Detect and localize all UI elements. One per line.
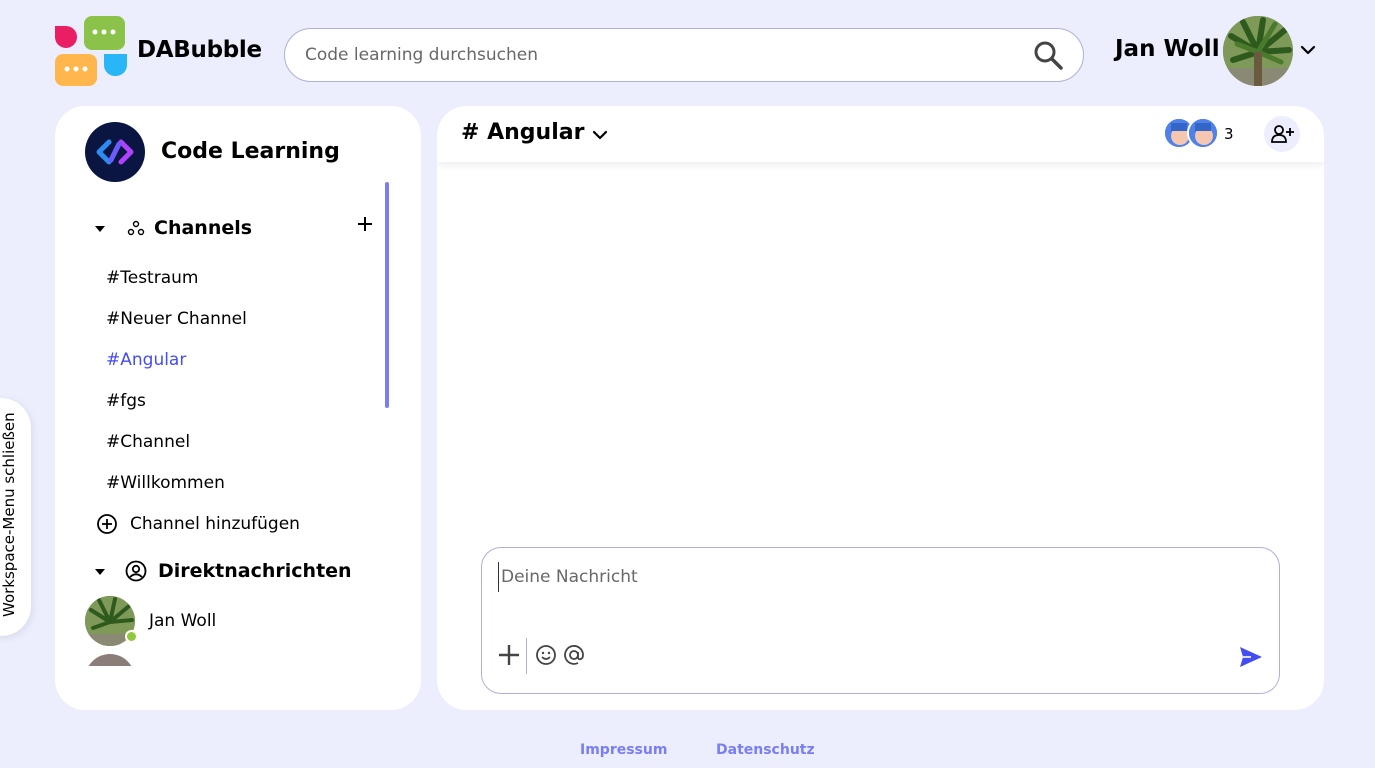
message-composer	[481, 547, 1280, 694]
direct-messages-header-label: Direktnachrichten	[158, 560, 352, 582]
scrollbar[interactable]	[385, 182, 389, 408]
add-member-icon	[1271, 125, 1294, 143]
send-icon[interactable]	[1239, 646, 1263, 668]
channel-item-neuer-channel[interactable]: #Neuer Channel	[106, 309, 247, 329]
workspace-menu-toggle-label[interactable]: Workspace-Menu schließen	[0, 397, 20, 617]
channel-title[interactable]: # Angular	[461, 120, 584, 145]
avatar	[85, 596, 138, 646]
dm-item-jan-woll[interactable]: Jan Woll	[85, 596, 216, 646]
at-icon[interactable]	[563, 644, 585, 666]
chat-header: # Angular 3	[437, 106, 1324, 162]
chat-panel: # Angular 3	[437, 106, 1324, 710]
avatar	[1187, 117, 1219, 149]
workspace-title: Code Learning	[161, 139, 340, 164]
dabubble-logo	[55, 16, 127, 86]
channels-header-label: Channels	[154, 217, 253, 239]
impressum-link[interactable]: Impressum	[580, 742, 667, 758]
channel-members[interactable]: 3	[1163, 117, 1235, 151]
add-circle-icon	[97, 514, 117, 534]
channel-item-testraum[interactable]: #Testraum	[106, 268, 198, 288]
datenschutz-link[interactable]: Datenschutz	[716, 742, 815, 758]
add-channel-label: Channel hinzufügen	[130, 514, 300, 534]
user-avatar[interactable]	[1223, 16, 1293, 86]
search-input[interactable]	[305, 29, 1025, 81]
account-circle-icon	[125, 560, 147, 582]
plus-icon[interactable]	[498, 644, 520, 666]
member-count: 3	[1224, 125, 1234, 143]
add-member-button[interactable]	[1264, 116, 1300, 152]
search-bar[interactable]	[284, 28, 1084, 82]
workspace-logo	[85, 122, 145, 182]
app-brand: DABubble	[137, 37, 262, 63]
chevron-down-icon[interactable]	[1298, 40, 1318, 60]
channel-item-channel[interactable]: #Channel	[106, 432, 190, 452]
channel-item-angular[interactable]: #Angular	[106, 350, 186, 370]
composer-divider	[526, 638, 527, 674]
direct-messages-header[interactable]: Direktnachrichten	[93, 559, 352, 583]
search-icon[interactable]	[1033, 40, 1063, 70]
channel-item-fgs[interactable]: #fgs	[106, 391, 146, 411]
channel-item-willkommen[interactable]: #Willkommen	[106, 473, 225, 493]
emoji-icon[interactable]	[535, 644, 557, 666]
plus-icon[interactable]	[357, 216, 373, 232]
avatar[interactable]	[85, 654, 135, 666]
workspace-menu: Code Learning Channels #Testraum #Neuer …	[55, 106, 421, 710]
online-status-indicator	[125, 630, 138, 643]
caret-down-icon[interactable]	[93, 564, 107, 578]
channels-icon	[127, 220, 145, 236]
user-name[interactable]: Jan Woll	[1115, 36, 1220, 62]
channels-header[interactable]: Channels	[93, 216, 252, 240]
dm-name: Jan Woll	[149, 611, 217, 631]
caret-down-icon[interactable]	[93, 221, 107, 235]
chevron-down-icon[interactable]	[590, 125, 610, 145]
message-input[interactable]	[498, 562, 1258, 592]
add-channel-button[interactable]: Channel hinzufügen	[96, 513, 300, 535]
